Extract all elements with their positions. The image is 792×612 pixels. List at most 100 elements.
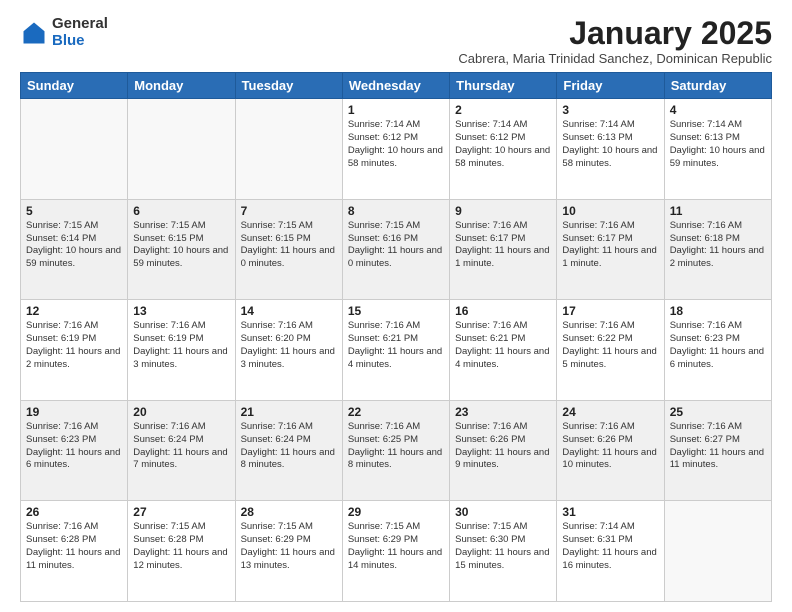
day-info: Sunrise: 7:15 AM Sunset: 6:29 PM Dayligh…	[348, 521, 444, 572]
calendar-cell: 20 Sunrise: 7:16 AM Sunset: 6:24 PM Dayli…	[128, 400, 235, 501]
calendar-header-row: SundayMondayTuesdayWednesdayThursdayFrid…	[21, 73, 772, 99]
calendar-week-2: 5 Sunrise: 7:15 AM Sunset: 6:14 PM Daylig…	[21, 199, 772, 300]
day-info: Sunrise: 7:16 AM Sunset: 6:28 PM Dayligh…	[26, 521, 122, 572]
calendar-header-wednesday: Wednesday	[342, 73, 449, 99]
day-number: 2	[455, 103, 551, 117]
calendar-cell: 5 Sunrise: 7:15 AM Sunset: 6:14 PM Daylig…	[21, 199, 128, 300]
calendar-cell: 16 Sunrise: 7:16 AM Sunset: 6:21 PM Dayli…	[450, 300, 557, 401]
day-number: 26	[26, 505, 122, 519]
logo-general-text: General	[52, 16, 108, 33]
calendar-header-thursday: Thursday	[450, 73, 557, 99]
day-number: 17	[562, 304, 658, 318]
day-number: 8	[348, 204, 444, 218]
calendar-cell	[664, 501, 771, 602]
calendar-cell: 11Sunrise: 7:16 AM Sunset: 6:18 PM Dayli…	[664, 199, 771, 300]
calendar-cell: 6 Sunrise: 7:15 AM Sunset: 6:15 PM Daylig…	[128, 199, 235, 300]
day-number: 5	[26, 204, 122, 218]
day-info: Sunrise: 7:16 AM Sunset: 6:17 PM Dayligh…	[455, 220, 551, 271]
calendar-cell: 1 Sunrise: 7:14 AM Sunset: 6:12 PM Daylig…	[342, 99, 449, 200]
day-info: Sunrise: 7:16 AM Sunset: 6:23 PM Dayligh…	[26, 421, 122, 472]
calendar-cell: 22 Sunrise: 7:16 AM Sunset: 6:25 PM Dayli…	[342, 400, 449, 501]
calendar-header-friday: Friday	[557, 73, 664, 99]
day-number: 22	[348, 405, 444, 419]
day-info: Sunrise: 7:16 AM Sunset: 6:23 PM Dayligh…	[670, 320, 766, 371]
logo-text: General Blue	[52, 16, 108, 49]
calendar-cell: 29Sunrise: 7:15 AM Sunset: 6:29 PM Dayli…	[342, 501, 449, 602]
calendar-cell: 31 Sunrise: 7:14 AM Sunset: 6:31 PM Dayli…	[557, 501, 664, 602]
calendar-cell: 9Sunrise: 7:16 AM Sunset: 6:17 PM Daylig…	[450, 199, 557, 300]
calendar-cell: 25Sunrise: 7:16 AM Sunset: 6:27 PM Dayli…	[664, 400, 771, 501]
page: General Blue January 2025 Cabrera, Maria…	[0, 0, 792, 612]
title-area: January 2025 Cabrera, Maria Trinidad San…	[458, 16, 772, 66]
calendar-cell: 12 Sunrise: 7:16 AM Sunset: 6:19 PM Dayli…	[21, 300, 128, 401]
day-info: Sunrise: 7:16 AM Sunset: 6:26 PM Dayligh…	[455, 421, 551, 472]
day-info: Sunrise: 7:14 AM Sunset: 6:13 PM Dayligh…	[562, 119, 658, 170]
calendar-header-tuesday: Tuesday	[235, 73, 342, 99]
day-info: Sunrise: 7:16 AM Sunset: 6:22 PM Dayligh…	[562, 320, 658, 371]
day-info: Sunrise: 7:15 AM Sunset: 6:15 PM Dayligh…	[133, 220, 229, 271]
day-info: Sunrise: 7:16 AM Sunset: 6:19 PM Dayligh…	[133, 320, 229, 371]
day-number: 18	[670, 304, 766, 318]
calendar-week-5: 26 Sunrise: 7:16 AM Sunset: 6:28 PM Dayli…	[21, 501, 772, 602]
day-info: Sunrise: 7:16 AM Sunset: 6:19 PM Dayligh…	[26, 320, 122, 371]
day-number: 12	[26, 304, 122, 318]
calendar-week-3: 12 Sunrise: 7:16 AM Sunset: 6:19 PM Dayli…	[21, 300, 772, 401]
calendar-header-monday: Monday	[128, 73, 235, 99]
day-info: Sunrise: 7:15 AM Sunset: 6:28 PM Dayligh…	[133, 521, 229, 572]
calendar-cell: 17 Sunrise: 7:16 AM Sunset: 6:22 PM Dayli…	[557, 300, 664, 401]
day-number: 14	[241, 304, 337, 318]
day-number: 16	[455, 304, 551, 318]
calendar-cell: 2Sunrise: 7:14 AM Sunset: 6:12 PM Daylig…	[450, 99, 557, 200]
day-info: Sunrise: 7:16 AM Sunset: 6:20 PM Dayligh…	[241, 320, 337, 371]
day-number: 13	[133, 304, 229, 318]
calendar-week-4: 19Sunrise: 7:16 AM Sunset: 6:23 PM Dayli…	[21, 400, 772, 501]
day-number: 6	[133, 204, 229, 218]
day-info: Sunrise: 7:16 AM Sunset: 6:17 PM Dayligh…	[562, 220, 658, 271]
day-info: Sunrise: 7:14 AM Sunset: 6:13 PM Dayligh…	[670, 119, 766, 170]
day-info: Sunrise: 7:16 AM Sunset: 6:24 PM Dayligh…	[133, 421, 229, 472]
day-info: Sunrise: 7:16 AM Sunset: 6:21 PM Dayligh…	[455, 320, 551, 371]
day-info: Sunrise: 7:14 AM Sunset: 6:31 PM Dayligh…	[562, 521, 658, 572]
calendar-cell: 30 Sunrise: 7:15 AM Sunset: 6:30 PM Dayli…	[450, 501, 557, 602]
calendar-cell: 27Sunrise: 7:15 AM Sunset: 6:28 PM Dayli…	[128, 501, 235, 602]
calendar-cell: 10 Sunrise: 7:16 AM Sunset: 6:17 PM Dayli…	[557, 199, 664, 300]
day-info: Sunrise: 7:15 AM Sunset: 6:30 PM Dayligh…	[455, 521, 551, 572]
day-number: 10	[562, 204, 658, 218]
calendar-cell: 7 Sunrise: 7:15 AM Sunset: 6:15 PM Daylig…	[235, 199, 342, 300]
day-number: 7	[241, 204, 337, 218]
calendar-cell: 18 Sunrise: 7:16 AM Sunset: 6:23 PM Dayli…	[664, 300, 771, 401]
calendar-cell: 13 Sunrise: 7:16 AM Sunset: 6:19 PM Dayli…	[128, 300, 235, 401]
day-number: 20	[133, 405, 229, 419]
day-info: Sunrise: 7:15 AM Sunset: 6:16 PM Dayligh…	[348, 220, 444, 271]
day-number: 1	[348, 103, 444, 117]
calendar-header-saturday: Saturday	[664, 73, 771, 99]
day-info: Sunrise: 7:15 AM Sunset: 6:14 PM Dayligh…	[26, 220, 122, 271]
calendar-cell: 15Sunrise: 7:16 AM Sunset: 6:21 PM Dayli…	[342, 300, 449, 401]
day-info: Sunrise: 7:14 AM Sunset: 6:12 PM Dayligh…	[348, 119, 444, 170]
calendar-cell: 26 Sunrise: 7:16 AM Sunset: 6:28 PM Dayli…	[21, 501, 128, 602]
day-info: Sunrise: 7:16 AM Sunset: 6:26 PM Dayligh…	[562, 421, 658, 472]
day-number: 25	[670, 405, 766, 419]
calendar-cell: 3Sunrise: 7:14 AM Sunset: 6:13 PM Daylig…	[557, 99, 664, 200]
calendar-cell: 14 Sunrise: 7:16 AM Sunset: 6:20 PM Dayli…	[235, 300, 342, 401]
logo-icon	[20, 19, 48, 47]
day-info: Sunrise: 7:16 AM Sunset: 6:25 PM Dayligh…	[348, 421, 444, 472]
day-info: Sunrise: 7:15 AM Sunset: 6:15 PM Dayligh…	[241, 220, 337, 271]
calendar-cell: 4 Sunrise: 7:14 AM Sunset: 6:13 PM Daylig…	[664, 99, 771, 200]
day-info: Sunrise: 7:16 AM Sunset: 6:21 PM Dayligh…	[348, 320, 444, 371]
day-info: Sunrise: 7:15 AM Sunset: 6:29 PM Dayligh…	[241, 521, 337, 572]
calendar-cell	[21, 99, 128, 200]
day-number: 24	[562, 405, 658, 419]
calendar-cell	[128, 99, 235, 200]
calendar-cell: 24 Sunrise: 7:16 AM Sunset: 6:26 PM Dayli…	[557, 400, 664, 501]
day-number: 21	[241, 405, 337, 419]
calendar-cell: 28Sunrise: 7:15 AM Sunset: 6:29 PM Dayli…	[235, 501, 342, 602]
day-number: 30	[455, 505, 551, 519]
day-number: 4	[670, 103, 766, 117]
calendar-header-sunday: Sunday	[21, 73, 128, 99]
day-info: Sunrise: 7:16 AM Sunset: 6:24 PM Dayligh…	[241, 421, 337, 472]
subtitle: Cabrera, Maria Trinidad Sanchez, Dominic…	[458, 51, 772, 66]
day-info: Sunrise: 7:16 AM Sunset: 6:18 PM Dayligh…	[670, 220, 766, 271]
day-number: 31	[562, 505, 658, 519]
calendar-cell	[235, 99, 342, 200]
